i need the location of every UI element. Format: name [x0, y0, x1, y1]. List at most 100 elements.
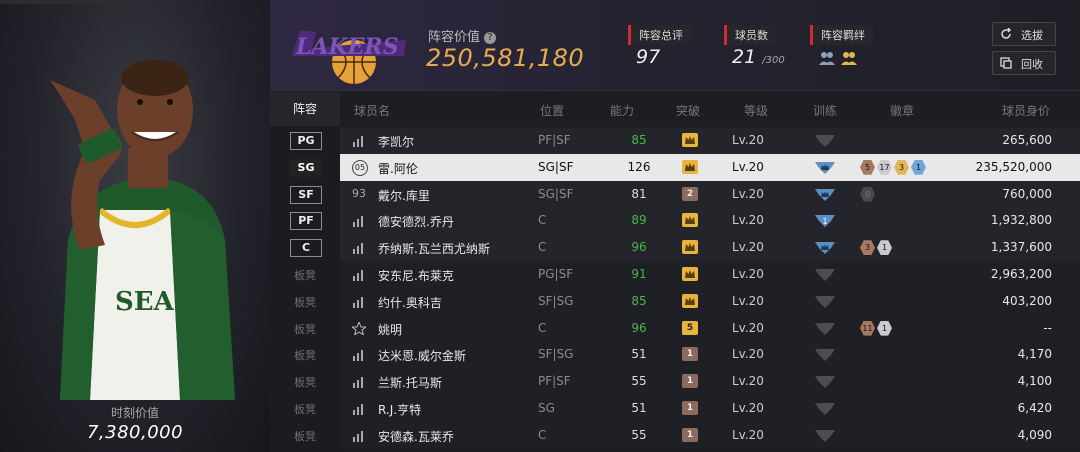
- recycle-button[interactable]: 回收: [992, 51, 1056, 75]
- player-row-body[interactable]: 93 戴尔.库里 SG|SF 81 2 Lv.20 0 760,000: [340, 180, 1080, 209]
- player-level: Lv.20: [732, 320, 764, 335]
- badge-medal-icon[interactable]: 17: [877, 159, 892, 175]
- training-shield-icon[interactable]: [815, 160, 835, 174]
- player-row-body[interactable]: 德安德烈.乔丹 C 89 Lv.20 1 1,932,800: [340, 207, 1080, 236]
- bond-people-icon[interactable]: [818, 50, 836, 66]
- training-shield-icon[interactable]: [815, 374, 835, 389]
- training-shield-icon[interactable]: [815, 321, 835, 335]
- table-row[interactable]: 板凳 姚明 C 96 5 Lv.20 11 1 --: [270, 314, 1080, 343]
- player-row-body[interactable]: 安德森.瓦莱乔 C 55 1 Lv.20 4,090: [340, 421, 1080, 450]
- col-level[interactable]: 等级: [744, 102, 768, 119]
- table-row[interactable]: 板凳 安东尼.布莱克 PG|SF 91 Lv.20 2,963,200: [270, 260, 1080, 289]
- training-shield-icon[interactable]: [815, 240, 835, 255]
- player-price: 235,520,000: [975, 159, 1052, 174]
- player-portrait-panel: SEA 时刻价值 7,380,000: [0, 0, 270, 452]
- breakthrough-badge: [682, 213, 698, 228]
- player-row-body[interactable]: 李凯尔 PF|SF 85 Lv.20 265,600: [340, 127, 1080, 155]
- position-slot-badge[interactable]: SF: [290, 185, 322, 204]
- table-row[interactable]: 板凳 达米恩.威尔金斯 SF|SG 51 1 Lv.20 4,170: [270, 341, 1080, 370]
- player-row-body[interactable]: 兰斯.托马斯 PF|SF 55 1 Lv.20 4,100: [340, 368, 1080, 396]
- training-shield-icon[interactable]: [815, 428, 835, 442]
- training-shield-icon[interactable]: [815, 294, 835, 308]
- player-level: Lv.20: [732, 347, 764, 362]
- col-lineup[interactable]: 阵容: [270, 92, 340, 126]
- player-position: PG|SF: [538, 266, 574, 281]
- breakthrough-badge: 1: [682, 347, 698, 362]
- table-row[interactable]: SF 93 戴尔.库里 SG|SF 81 2 Lv.20 0 760,000: [270, 180, 1080, 209]
- stat-overall-value: 97: [636, 46, 661, 68]
- player-price: 1,337,600: [990, 240, 1052, 255]
- player-level: Lv.20: [732, 213, 764, 228]
- player-row-body[interactable]: 乔纳斯.瓦兰西尤纳斯 C 96 Lv.20 31 1,337,600: [340, 234, 1080, 262]
- col-breakthrough[interactable]: 突破: [676, 102, 700, 119]
- player-ability: 89: [631, 213, 647, 228]
- stat-bonds: 阵容羁绊: [810, 24, 873, 45]
- training-shield-icon[interactable]: [815, 401, 835, 415]
- badge-medal-icon[interactable]: 3: [894, 159, 909, 175]
- breakthrough-badge: 1: [682, 427, 698, 442]
- player-row-body[interactable]: R.J.亨特 SG 51 1 Lv.20 6,420: [340, 394, 1080, 423]
- signal-bars-icon: [353, 403, 363, 415]
- badge-medal-icon[interactable]: 11: [860, 320, 875, 336]
- signal-bars-icon: [353, 136, 363, 147]
- badge-medal-icon[interactable]: 3: [860, 240, 875, 256]
- player-row-body[interactable]: 安东尼.布莱克 PG|SF 91 Lv.20 2,963,200: [340, 260, 1080, 289]
- lineup-slot-cell: SG: [270, 153, 340, 181]
- badge-medal-icon[interactable]: 1: [911, 159, 926, 175]
- training-shield-icon[interactable]: [815, 187, 835, 201]
- col-player-name[interactable]: 球员名: [354, 102, 390, 119]
- training-shield-icon[interactable]: [815, 133, 835, 147]
- position-slot-badge[interactable]: C: [290, 239, 322, 258]
- table-row[interactable]: PF 德安德烈.乔丹 C 89 Lv.20 1 1,932,800: [270, 207, 1080, 236]
- refresh-icon: [1001, 28, 1012, 39]
- lineup-value-label: 阵容价值?: [428, 26, 497, 45]
- breakthrough-badge: 1: [682, 400, 698, 415]
- badge-medal-icon[interactable]: 5: [860, 159, 875, 175]
- player-row-body[interactable]: 约什.奥科吉 SF|SG 85 Lv.20 403,200: [340, 287, 1080, 316]
- signal-bars-icon: [353, 377, 363, 389]
- player-row-body[interactable]: 05 雷.阿伦 SG|SF 126 Lv.20 5 17 3 1 235,520,00…: [340, 153, 1080, 182]
- col-player-value[interactable]: 球员身价: [1002, 102, 1050, 119]
- player-name: 安德森.瓦莱乔: [378, 429, 454, 444]
- bond-gold-people-icon[interactable]: [840, 50, 858, 66]
- training-shield-icon[interactable]: [815, 267, 835, 281]
- lineup-panel: LAKERS 阵容价值? 250,581,180 阵容总评 97 球员数 21 …: [270, 0, 1080, 452]
- player-name: R.J.亨特: [378, 402, 422, 417]
- select-button[interactable]: 选拔: [992, 22, 1056, 46]
- col-training[interactable]: 训练: [813, 102, 837, 119]
- player-price: 1,932,800: [990, 213, 1052, 228]
- crown-icon: [685, 216, 695, 225]
- badge-medal-icon[interactable]: 0: [860, 186, 875, 202]
- table-row[interactable]: PG 李凯尔 PF|SF 85 Lv.20 265,600: [270, 127, 1080, 155]
- position-slot-badge[interactable]: PF: [290, 212, 322, 231]
- breakthrough-badge: [682, 266, 698, 281]
- player-ability: 85: [631, 133, 647, 147]
- badge-medal-icon[interactable]: 1: [877, 320, 892, 336]
- table-row[interactable]: 板凳 约什.奥科吉 SF|SG 85 Lv.20 403,200: [270, 287, 1080, 316]
- player-row-body[interactable]: 达米恩.威尔金斯 SF|SG 51 1 Lv.20 4,170: [340, 341, 1080, 370]
- col-position[interactable]: 位置: [540, 102, 564, 119]
- badge-medal-icon[interactable]: 1: [877, 240, 892, 256]
- stat-player-count-label: 球员数: [724, 25, 776, 45]
- player-level: Lv.20: [732, 400, 764, 415]
- table-row[interactable]: 板凳 R.J.亨特 SG 51 1 Lv.20 6,420: [270, 394, 1080, 423]
- training-shield-icon[interactable]: 1: [815, 213, 835, 228]
- training-shield-icon[interactable]: [815, 347, 835, 362]
- player-position: SF|SG: [538, 347, 574, 362]
- col-badges[interactable]: 徽章: [890, 102, 914, 119]
- table-row[interactable]: C 乔纳斯.瓦兰西尤纳斯 C 96 Lv.20 31 1,337,600: [270, 234, 1080, 262]
- position-slot-badge[interactable]: SG: [290, 158, 322, 177]
- player-row-body[interactable]: 姚明 C 96 5 Lv.20 11 1 --: [340, 314, 1080, 343]
- player-position: PF|SF: [538, 374, 571, 389]
- col-ability[interactable]: 能力: [610, 102, 634, 119]
- player-price: 6,420: [1017, 400, 1052, 415]
- help-icon[interactable]: ?: [484, 32, 497, 44]
- position-slot-badge[interactable]: PG: [290, 132, 322, 150]
- player-position: SG|SF: [538, 159, 574, 174]
- table-row[interactable]: 板凳 兰斯.托马斯 PF|SF 55 1 Lv.20 4,100: [270, 368, 1080, 396]
- player-price: 4,170: [1017, 347, 1052, 362]
- player-position: C: [538, 240, 547, 255]
- player-ability: 85: [631, 293, 647, 308]
- table-row[interactable]: 板凳 安德森.瓦莱乔 C 55 1 Lv.20 4,090: [270, 421, 1080, 450]
- table-row[interactable]: SG 05 雷.阿伦 SG|SF 126 Lv.20 5 17 3 1 235,520…: [270, 153, 1080, 182]
